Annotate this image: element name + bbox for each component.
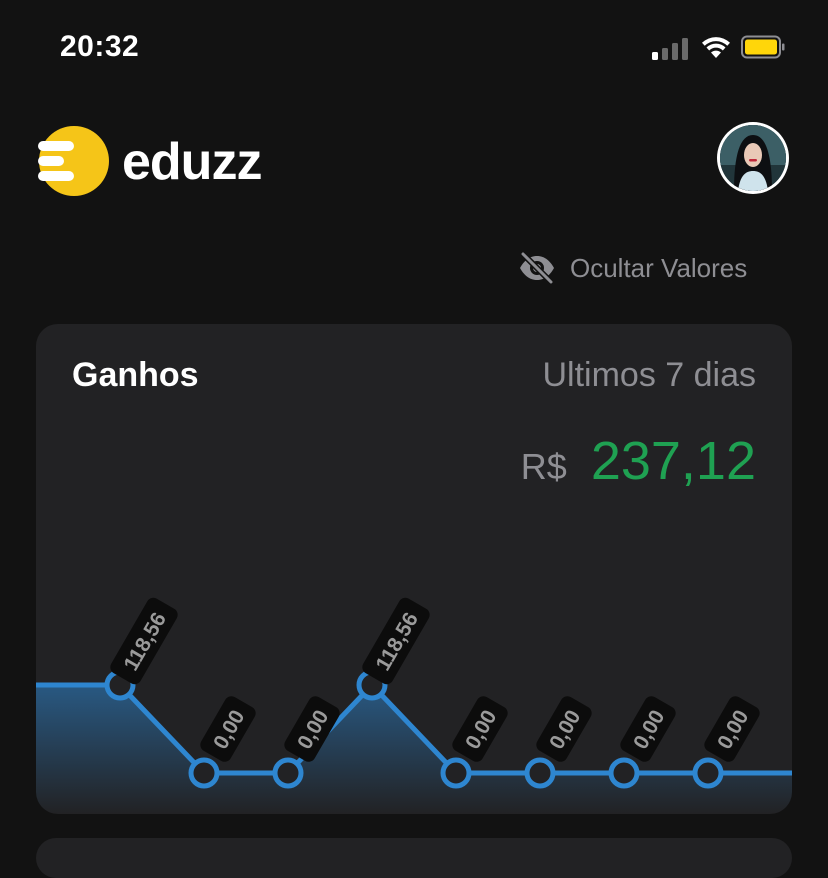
chart-value-label: 118,56 [362,597,430,685]
chart-point[interactable] [440,757,472,789]
cellular-signal-icon [652,38,692,60]
chart-value-label: 0,00 [536,696,592,762]
user-avatar[interactable] [717,122,789,194]
chart-point[interactable] [692,757,724,789]
chart-value-label: 0,00 [452,696,508,762]
chart-value-label: 118,56 [110,597,178,685]
chart-value-label: 0,00 [620,696,676,762]
chart-area [36,685,792,814]
amount-value: 237,12 [590,431,756,491]
earnings-card[interactable]: 118,56 0,00 0,00 118,56 0,00 0,00 0,00 0,00 Gan… [36,324,792,814]
wifi-icon [702,37,730,58]
period-filter[interactable]: Ultimos 7 dias [542,356,756,395]
next-card [36,838,792,878]
status-bar: 20:32 [0,0,828,96]
battery-icon [741,35,785,59]
card-title: Ganhos [72,356,199,394]
status-time: 20:32 [60,30,140,63]
app-header: eduzz [0,110,828,220]
profile-photo [720,125,786,191]
chart-point[interactable] [524,757,556,789]
eduzz-logo-icon [38,126,109,196]
total-amount: R$ 237,12 [521,430,756,492]
chart-point[interactable] [608,757,640,789]
currency-symbol: R$ [520,446,567,487]
brand-name: eduzz [122,133,262,191]
earnings-chart: 118,560,00 0,00118,560,00 0,00 0,00 0,00 [36,597,792,814]
hide-values-toggle[interactable]: Ocultar Valores [518,250,747,286]
hide-values-label: Ocultar Valores [570,252,748,283]
eye-off-icon [520,251,554,285]
chart-point[interactable] [188,757,220,789]
chart-value-label: 0,00 [200,696,256,762]
chart-value-label: 0,00 [704,696,760,762]
chart-point[interactable] [272,757,304,789]
